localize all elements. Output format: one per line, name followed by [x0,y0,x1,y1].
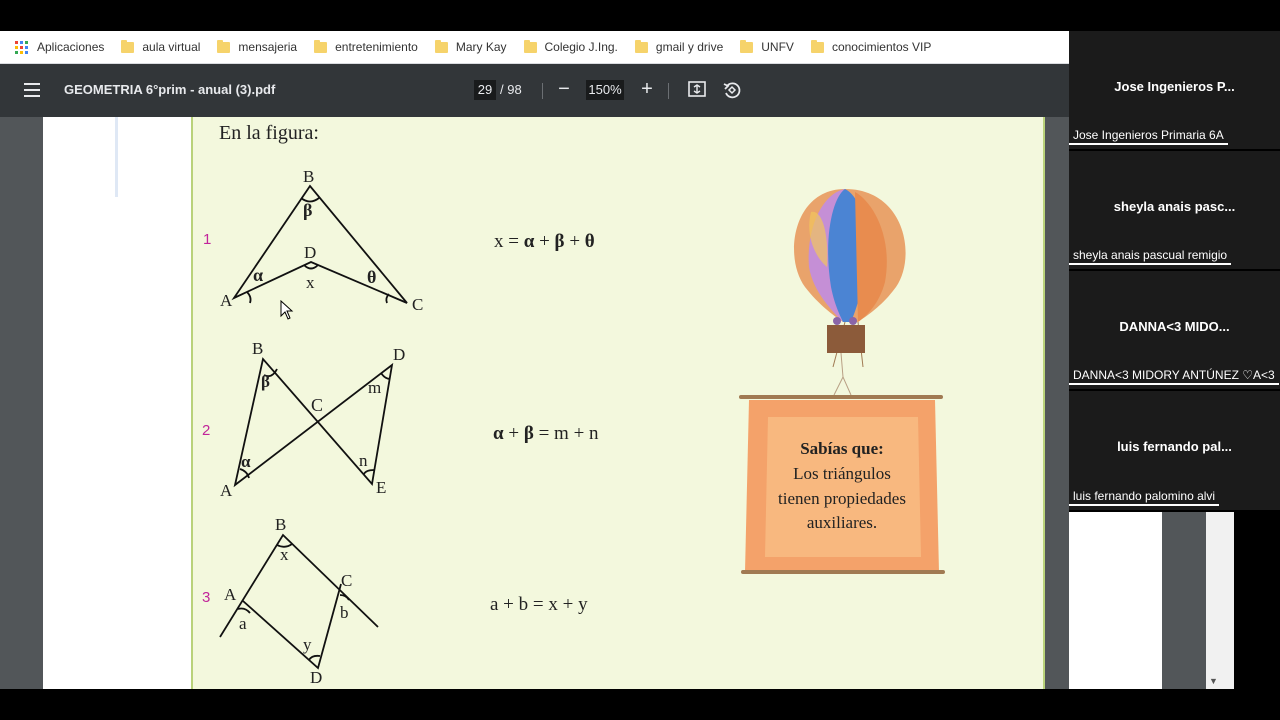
vertex-label: C [311,395,324,415]
sign-line: auxiliares. [806,513,878,532]
folder-icon [434,39,448,53]
bookmark-label: mensajeria [238,40,298,54]
rotate-icon[interactable] [722,80,742,100]
bookmark-folder[interactable]: UNFV [740,39,794,54]
folder-icon [121,39,135,53]
pdf-viewer[interactable]: En la figura: 1 2 3 x = α + β + θ α + β … [0,117,1069,689]
fit-page-icon[interactable] [688,81,706,97]
toolbar-divider [542,83,543,99]
zoom-out-button[interactable]: − [553,78,575,102]
bookmark-apps[interactable]: Aplicaciones [15,40,104,54]
angle-label: m [368,378,382,397]
mouse-cursor-icon [280,300,294,320]
folder-icon [217,39,231,53]
vertex-label: D [393,345,406,364]
pdf-page: En la figura: 1 2 3 x = α + β + θ α + β … [191,117,1043,689]
angle-label: θ [367,267,377,287]
angle-label: x [306,273,315,292]
vertex-label: B [303,167,315,186]
bookmark-folder[interactable]: Colegio J.Ing. [523,39,618,54]
bookmark-folder[interactable]: mensajeria [217,39,298,54]
bookmark-label: conocimientos VIP [831,40,932,54]
participant-tile-name: Jose Ingenieros P... [1114,79,1235,94]
angle-label: α [241,452,251,471]
bookmark-folder[interactable]: gmail y drive [634,39,724,54]
folder-icon [740,39,754,53]
toolbar-divider [668,83,669,99]
vertex-label: D [304,243,317,262]
zoom-in-button[interactable]: + [636,78,658,102]
folder-icon [523,39,537,53]
vertex-label: B [275,515,287,534]
bookmark-label: UNFV [761,40,794,54]
angle-label: β [303,200,313,220]
page-total: / 98 [500,82,522,97]
participant-name-label: DANNA<3 MIDORY ANTÚNEZ ♡A<3 [1069,367,1279,385]
scrollbar[interactable] [1206,510,1234,689]
info-scroll-sign [739,395,945,574]
sign-line: tienen propiedades [778,489,906,508]
participant-tile-name: luis fernando pal... [1117,439,1232,454]
viewer-gutter [1162,510,1206,689]
sign-line: Los triángulos [793,464,891,483]
bookmark-folder[interactable]: entretenimiento [314,39,418,54]
document-title: GEOMETRIA 6°prim - anual (3).pdf [64,82,276,97]
participant-name-label: luis fernando palomino alvi [1069,488,1220,506]
folder-icon [634,39,648,53]
pdf-toolbar: GEOMETRIA 6°prim - anual (3).pdf 29 / 98… [0,64,1069,117]
participant-tile-name: sheyla anais pasc... [1113,199,1236,214]
angle-label: n [359,451,368,470]
participant-name-label: Jose Ingenieros Primaria 6A [1069,127,1228,145]
vertex-label: B [252,339,264,358]
hot-air-balloon-illustration [794,189,906,396]
angle-label: y [303,635,312,654]
bookmark-folder[interactable]: conocimientos VIP [810,39,932,54]
angle-label: b [340,603,349,622]
participant-tile-name: DANNA<3 MIDO... [1119,319,1230,334]
apps-grid-icon [15,40,28,54]
vertex-label: A [220,291,233,310]
bookmarks-bar: Aplicaciones aula virtual mensajeria ent… [0,31,1069,64]
angle-label: a [239,614,247,633]
vertex-label: A [220,481,233,500]
bookmark-label: Aplicaciones [37,40,105,54]
folder-icon [314,39,328,53]
vertex-label: C [341,571,353,590]
bookmark-label: Colegio J.Ing. [544,40,618,54]
vertex-label: A [224,585,237,604]
angle-label: β [261,372,270,391]
bookmark-label: entretenimiento [335,40,418,54]
participant-tile[interactable]: luis fernando pal... luis fernando palom… [1069,391,1280,512]
scroll-down-arrow-icon[interactable]: ▼ [1209,676,1218,686]
zoom-level-input[interactable]: 150% [586,80,624,100]
folder-icon [810,39,824,53]
bookmark-label: gmail y drive [655,40,724,54]
vertex-label: D [310,668,323,687]
participant-tile[interactable]: DANNA<3 MIDO... DANNA<3 MIDORY ANTÚNEZ ♡… [1069,271,1280,391]
previous-page-edge [43,117,191,689]
page-number-input[interactable]: 29 [474,80,496,100]
participants-panel: Jose Ingenieros P... Jose Ingenieros Pri… [1069,31,1280,512]
bookmark-folder[interactable]: Mary Kay [434,39,507,54]
angle-label: α [253,265,264,285]
figure-3 [219,533,379,670]
menu-icon[interactable] [24,83,40,97]
bookmark-label: aula virtual [142,40,201,54]
bookmark-label: Mary Kay [455,40,507,54]
participant-name-label: sheyla anais pascual remigio [1069,247,1232,265]
sign-title: Sabías que: [800,439,884,458]
participant-tile[interactable]: sheyla anais pasc... sheyla anais pascua… [1069,151,1280,271]
vertex-label: C [412,295,424,314]
bookmark-folder[interactable]: aula virtual [121,39,201,54]
vertex-label: E [376,478,387,497]
angle-label: x [280,545,289,564]
side-blank-area [1069,510,1162,689]
participant-tile[interactable]: Jose Ingenieros P... Jose Ingenieros Pri… [1069,31,1280,151]
